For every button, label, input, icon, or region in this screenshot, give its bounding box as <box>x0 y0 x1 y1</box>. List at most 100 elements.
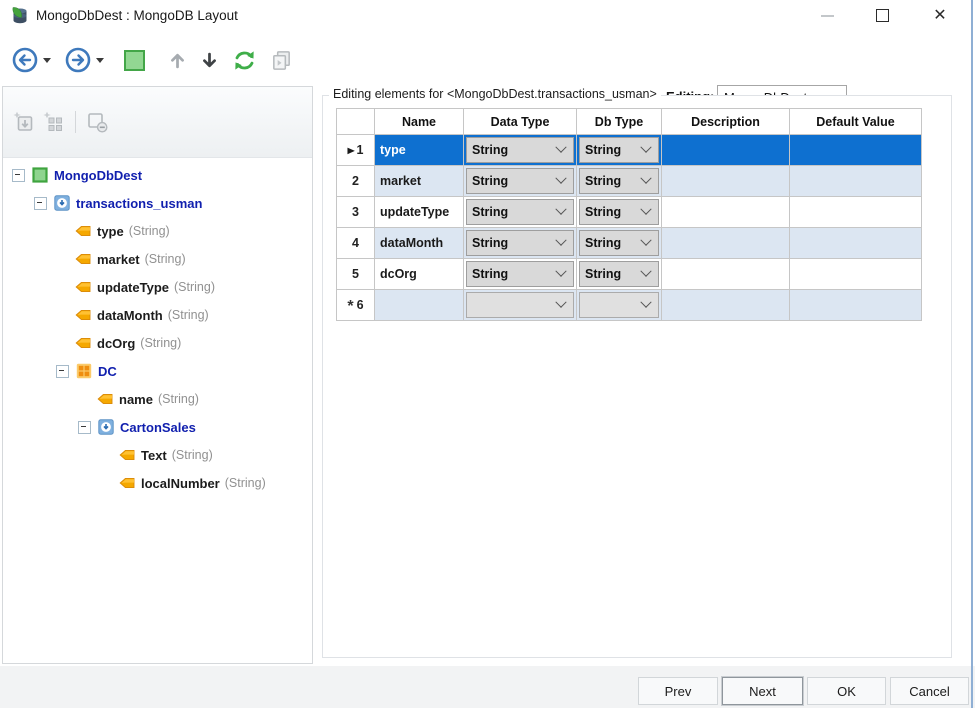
cell-default-value[interactable] <box>790 290 922 321</box>
close-button[interactable]: ✕ <box>923 0 957 31</box>
cell-data-type-dropdown[interactable]: String <box>466 168 574 194</box>
layout-tree-panel: MongoDbDesttransactions_usmantype(String… <box>2 86 313 664</box>
grid-row-5: 5dcOrgStringString <box>337 259 922 290</box>
prev-button[interactable]: Prev <box>638 677 718 705</box>
cell-default-value[interactable] <box>790 228 922 259</box>
cell-data-type-dropdown[interactable] <box>466 292 574 318</box>
cell-db-type-dropdown[interactable]: String <box>579 199 659 225</box>
tree-item-localNumber[interactable]: localNumber(String) <box>3 469 312 497</box>
cell-name[interactable] <box>375 290 464 321</box>
ok-button[interactable]: OK <box>807 677 886 705</box>
collapse-toggle-icon[interactable] <box>12 169 25 182</box>
cell-description[interactable] <box>662 197 790 228</box>
window-border <box>971 0 973 708</box>
tree-item-label: name <box>119 392 153 407</box>
cell-description[interactable] <box>662 166 790 197</box>
cell-db-type-dropdown[interactable]: String <box>579 261 659 287</box>
collapse-toggle-icon[interactable] <box>56 365 69 378</box>
tree-item-DC[interactable]: DC <box>3 357 312 385</box>
tree-item-type: (String) <box>168 308 209 322</box>
blue-element-icon <box>54 195 70 211</box>
row-header-2[interactable]: 2 <box>337 166 375 197</box>
next-button[interactable]: Next <box>722 677 803 705</box>
move-down-button[interactable] <box>200 51 219 70</box>
forward-dropdown-button[interactable] <box>96 58 113 63</box>
row-header-3[interactable]: 3 <box>337 197 375 228</box>
cell-description[interactable] <box>662 259 790 290</box>
row-header-5[interactable]: 5 <box>337 259 375 290</box>
cell-data-type-dropdown[interactable]: String <box>466 199 574 225</box>
cell-name[interactable]: updateType <box>375 197 464 228</box>
row-header-1[interactable]: ▶1 <box>337 135 375 166</box>
tree-item-market[interactable]: market(String) <box>3 245 312 273</box>
cell-description[interactable] <box>662 228 790 259</box>
row-header-column[interactable] <box>337 109 375 135</box>
add-attribute-button[interactable] <box>41 109 67 135</box>
minimize-button[interactable] <box>810 0 844 31</box>
tree-item-label: localNumber <box>141 476 220 491</box>
dropdown-caret-icon <box>96 58 104 63</box>
copy-layout-button[interactable] <box>270 49 293 72</box>
cell-data-type <box>464 290 577 321</box>
cell-default-value[interactable] <box>790 135 922 166</box>
cell-name[interactable]: market <box>375 166 464 197</box>
close-icon: ✕ <box>933 8 946 24</box>
tree-item-CartonSales[interactable]: CartonSales <box>3 413 312 441</box>
chevron-down-icon <box>640 142 651 153</box>
grid-row-6: *6 <box>337 290 922 321</box>
cell-name[interactable]: dataMonth <box>375 228 464 259</box>
tree-item-transactions_usman[interactable]: transactions_usman <box>3 189 312 217</box>
cell-db-type: String <box>577 166 662 197</box>
cell-data-type: String <box>464 135 577 166</box>
cell-default-value[interactable] <box>790 259 922 290</box>
tree-item-dcOrg[interactable]: dcOrg(String) <box>3 329 312 357</box>
refresh-button[interactable] <box>232 48 257 73</box>
orange-grid-icon <box>76 363 92 379</box>
tree-item-dataMonth[interactable]: dataMonth(String) <box>3 301 312 329</box>
tree-item-updateType[interactable]: updateType(String) <box>3 273 312 301</box>
current-row-icon: ▶ <box>348 145 355 155</box>
row-header-6[interactable]: *6 <box>337 290 375 321</box>
grid-row-3: 3updateTypeStringString <box>337 197 922 228</box>
back-dropdown-button[interactable] <box>43 58 60 63</box>
yellow-tag-icon <box>75 223 91 239</box>
remove-element-button[interactable] <box>84 109 110 135</box>
column-header-default-value[interactable]: Default Value <box>790 109 922 135</box>
collapse-toggle-icon[interactable] <box>34 197 47 210</box>
cell-name[interactable]: type <box>375 135 464 166</box>
tree-item-name[interactable]: name(String) <box>3 385 312 413</box>
cell-description[interactable] <box>662 135 790 166</box>
cell-data-type-dropdown[interactable]: String <box>466 137 574 163</box>
tree-item-type[interactable]: type(String) <box>3 217 312 245</box>
cell-db-type-dropdown[interactable] <box>579 292 659 318</box>
forward-button[interactable] <box>65 47 91 73</box>
cell-default-value[interactable] <box>790 197 922 228</box>
cell-description[interactable] <box>662 290 790 321</box>
cell-db-type-dropdown[interactable]: String <box>579 137 659 163</box>
move-up-button[interactable] <box>168 51 187 70</box>
column-header-db-type[interactable]: Db Type <box>577 109 662 135</box>
column-header-name[interactable]: Name <box>375 109 464 135</box>
back-button[interactable] <box>12 47 38 73</box>
column-header-description[interactable]: Description <box>662 109 790 135</box>
tree-item-Text[interactable]: Text(String) <box>3 441 312 469</box>
cell-data-type-dropdown[interactable]: String <box>466 261 574 287</box>
collapse-toggle-icon[interactable] <box>78 421 91 434</box>
cell-default-value[interactable] <box>790 166 922 197</box>
stop-button[interactable] <box>118 50 155 71</box>
maximize-button[interactable] <box>865 0 899 31</box>
tree-item-type: (String) <box>172 448 213 462</box>
mongodb-layout-dialog: MongoDbDest : MongoDB Layout ✕ <box>0 0 975 708</box>
tree-item-MongoDbDest[interactable]: MongoDbDest <box>3 161 312 189</box>
cell-data-type-dropdown[interactable]: String <box>466 230 574 256</box>
add-element-button[interactable] <box>11 109 37 135</box>
cancel-button[interactable]: Cancel <box>890 677 969 705</box>
cell-db-type: String <box>577 135 662 166</box>
yellow-tag-icon <box>119 475 135 491</box>
tree-item-label: dcOrg <box>97 336 135 351</box>
column-header-data-type[interactable]: Data Type <box>464 109 577 135</box>
cell-db-type-dropdown[interactable]: String <box>579 230 659 256</box>
cell-name[interactable]: dcOrg <box>375 259 464 290</box>
row-header-4[interactable]: 4 <box>337 228 375 259</box>
cell-db-type-dropdown[interactable]: String <box>579 168 659 194</box>
